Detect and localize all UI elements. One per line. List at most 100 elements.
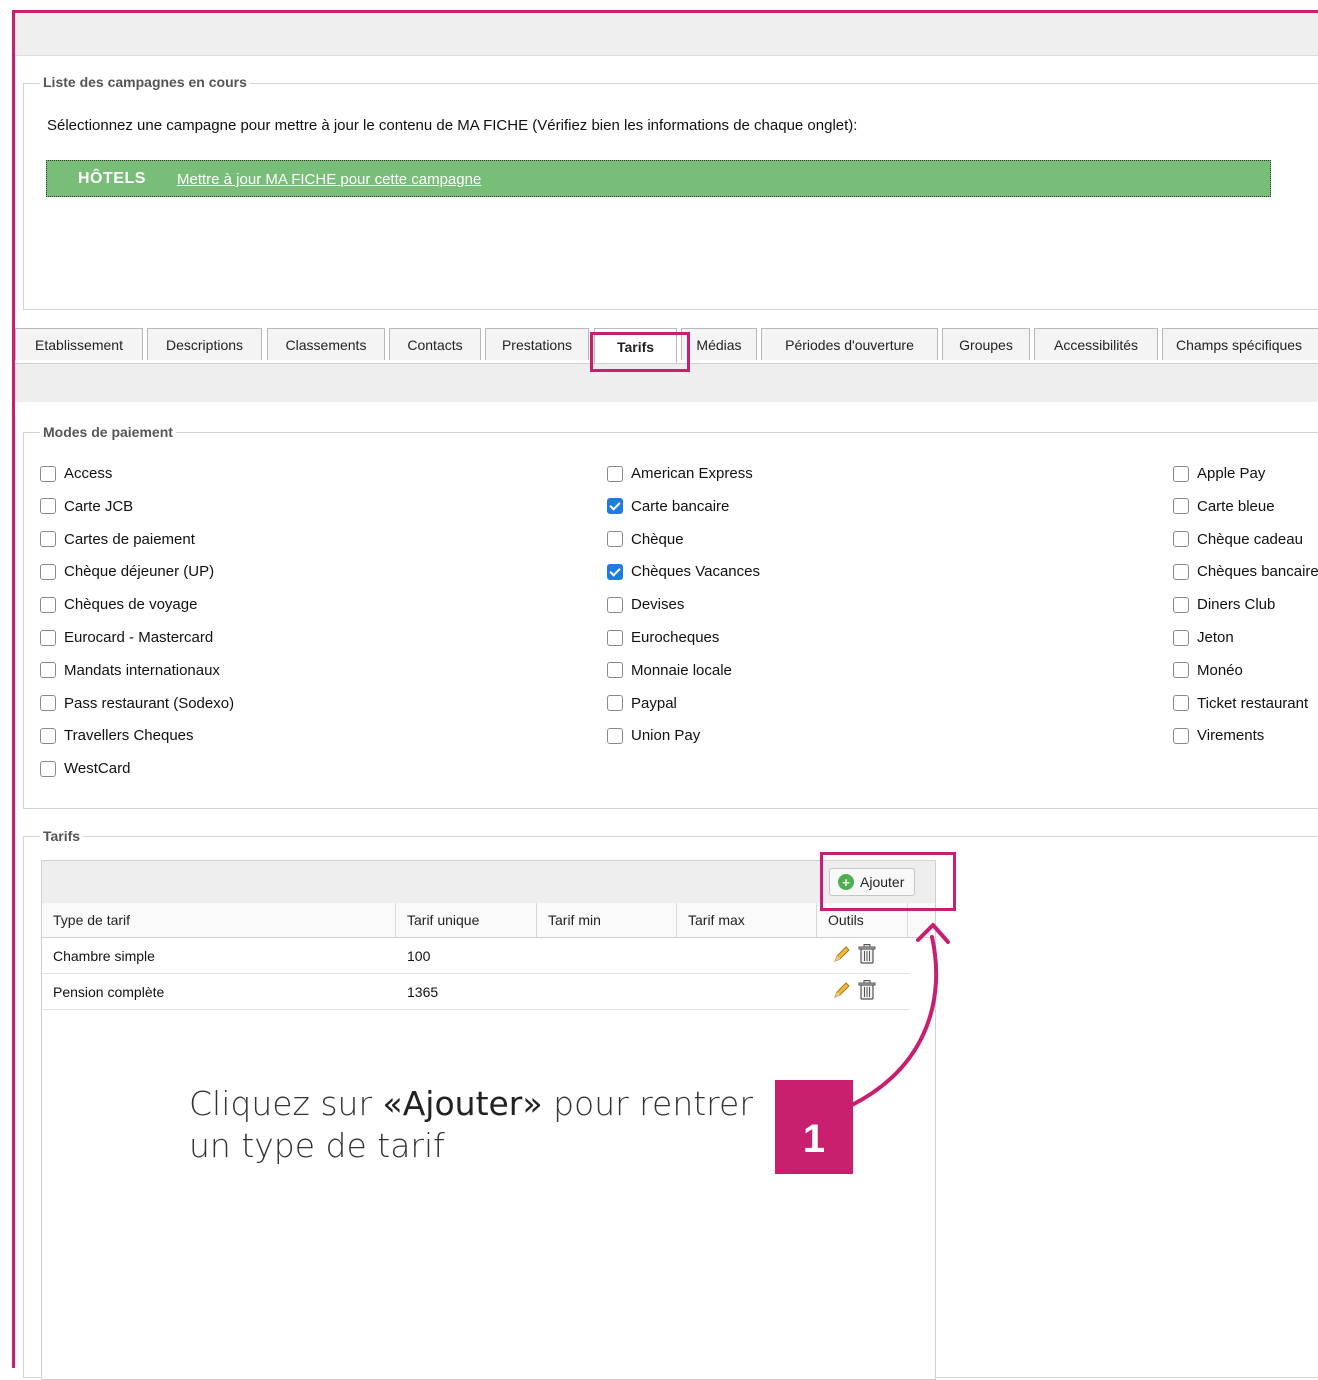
cell-max [677, 938, 817, 973]
tab-etablissement[interactable]: Etablissement [15, 328, 143, 360]
payment-option[interactable]: Paypal [607, 695, 677, 712]
column-type-tarif[interactable]: Type de tarif [42, 903, 396, 937]
payment-option[interactable]: Union Pay [607, 727, 700, 744]
update-fiche-link[interactable]: Mettre à jour MA FICHE pour cette campag… [177, 171, 481, 188]
payment-label: Devises [631, 596, 685, 614]
payment-option[interactable]: Chèques bancaires [1173, 563, 1318, 580]
tab-classements[interactable]: Classements [267, 328, 385, 360]
payment-checkbox[interactable] [607, 695, 623, 712]
payment-label: Ticket restaurant [1197, 694, 1309, 712]
payment-label: Chèques bancaires [1197, 563, 1318, 581]
payment-checkbox[interactable] [1173, 531, 1189, 548]
payment-checkbox[interactable] [1173, 727, 1189, 744]
payment-label: Carte JCB [64, 497, 134, 515]
payment-option[interactable]: Ticket restaurant [1173, 695, 1318, 712]
tab-periodes-ouverture[interactable]: Périodes d'ouverture [761, 328, 938, 360]
payment-option[interactable]: Carte bleue [1173, 498, 1318, 515]
payment-checkbox[interactable] [607, 563, 623, 580]
payment-option[interactable]: WestCard [40, 760, 130, 777]
column-tarif-min[interactable]: Tarif min [537, 903, 677, 937]
add-tarif-button[interactable]: + Ajouter [829, 868, 915, 896]
payment-checkbox[interactable] [1173, 498, 1189, 515]
payment-checkbox[interactable] [40, 662, 56, 679]
payment-label: Diners Club [1197, 596, 1276, 614]
payment-option[interactable]: Eurocheques [607, 629, 719, 646]
cell-min [537, 974, 677, 1009]
payment-checkbox[interactable] [607, 498, 623, 515]
campaigns-legend: Liste des campagnes en cours [40, 74, 250, 90]
payment-checkbox[interactable] [40, 465, 56, 482]
payment-option[interactable]: Apple Pay [1173, 465, 1318, 482]
add-tarif-label: Ajouter [860, 874, 905, 890]
payment-label: Carte bancaire [631, 497, 730, 515]
campaign-name: HÔTELS [78, 170, 146, 187]
payment-checkbox[interactable] [1173, 695, 1189, 712]
payment-label: American Express [631, 465, 753, 482]
payment-label: Travellers Cheques [64, 727, 194, 745]
payment-checkbox[interactable] [607, 465, 623, 482]
payment-label: Apple Pay [1197, 465, 1266, 482]
payment-option[interactable]: Chèque cadeau [1173, 531, 1318, 548]
payment-option[interactable]: Chèque [607, 531, 684, 548]
payment-checkbox[interactable] [1173, 596, 1189, 613]
payment-label: WestCard [64, 760, 131, 778]
payment-checkbox[interactable] [607, 596, 623, 613]
payment-checkbox[interactable] [40, 531, 56, 548]
tab-contacts[interactable]: Contacts [389, 328, 481, 360]
cell-max [677, 974, 817, 1009]
payment-checkbox[interactable] [40, 498, 56, 515]
payment-checkbox[interactable] [40, 596, 56, 613]
tab-medias[interactable]: Médias [681, 328, 757, 360]
tab-accessibilites[interactable]: Accessibilités [1034, 328, 1158, 360]
payment-label: Virements [1197, 727, 1265, 745]
payment-label: Carte bleue [1197, 497, 1275, 515]
payment-option[interactable]: Access [40, 465, 112, 482]
cell-unique: 1365 [407, 983, 439, 1000]
callout-bold: «Ajouter» [382, 1084, 543, 1123]
cell-min [537, 938, 677, 973]
payment-option[interactable]: Carte bancaire [607, 498, 729, 515]
payment-option[interactable]: Virements [1173, 727, 1318, 744]
payment-checkbox[interactable] [1173, 465, 1189, 482]
payment-checkbox[interactable] [1173, 629, 1189, 646]
payment-checkbox[interactable] [607, 629, 623, 646]
payment-checkbox[interactable] [40, 695, 56, 712]
payment-option[interactable]: Pass restaurant (Sodexo) [40, 695, 234, 712]
payment-option[interactable]: Chèques de voyage [40, 596, 197, 613]
payment-option[interactable]: Devises [607, 596, 684, 613]
frame-border-left [12, 10, 15, 1368]
payment-checkbox[interactable] [40, 629, 56, 646]
tarifs-legend: Tarifs [40, 828, 84, 844]
tab-descriptions[interactable]: Descriptions [147, 328, 262, 360]
payment-checkbox[interactable] [607, 531, 623, 548]
payment-option[interactable]: Travellers Cheques [40, 727, 194, 744]
payment-option[interactable]: American Express [607, 465, 753, 482]
payment-checkbox[interactable] [1173, 662, 1189, 679]
column-tarif-max[interactable]: Tarif max [677, 903, 817, 937]
payment-checkbox[interactable] [40, 760, 56, 777]
cell-unique: 100 [407, 947, 431, 964]
payment-option[interactable]: Jeton [1173, 629, 1318, 646]
payment-checkbox[interactable] [607, 662, 623, 679]
payment-option[interactable]: Cartes de paiement [40, 531, 195, 548]
payment-option[interactable]: Chèque déjeuner (UP) [40, 563, 214, 580]
tab-groupes[interactable]: Groupes [942, 328, 1030, 360]
table-row: Chambre simple 100 [42, 938, 910, 974]
payment-checkbox[interactable] [40, 727, 56, 744]
payment-label: Chèque cadeau [1197, 530, 1303, 548]
payment-option[interactable]: Chèques Vacances [607, 563, 760, 580]
tab-prestations[interactable]: Prestations [485, 328, 589, 360]
payment-checkbox[interactable] [607, 727, 623, 744]
payment-option[interactable]: Carte JCB [40, 498, 133, 515]
column-tarif-unique[interactable]: Tarif unique [396, 903, 537, 937]
payment-option[interactable]: Mandats internationaux [40, 662, 220, 679]
tab-tarifs[interactable]: Tarifs [594, 328, 677, 364]
payment-checkbox[interactable] [1173, 563, 1189, 580]
payment-option[interactable]: Monéo [1173, 662, 1318, 679]
payment-option[interactable]: Eurocard - Mastercard [40, 629, 213, 646]
payment-option[interactable]: Diners Club [1173, 596, 1318, 613]
payment-option[interactable]: Monnaie locale [607, 662, 732, 679]
table-row: Pension complète 1365 [42, 974, 910, 1010]
tab-champs-specifiques[interactable]: Champs spécifiques [1162, 328, 1318, 360]
payment-checkbox[interactable] [40, 563, 56, 580]
